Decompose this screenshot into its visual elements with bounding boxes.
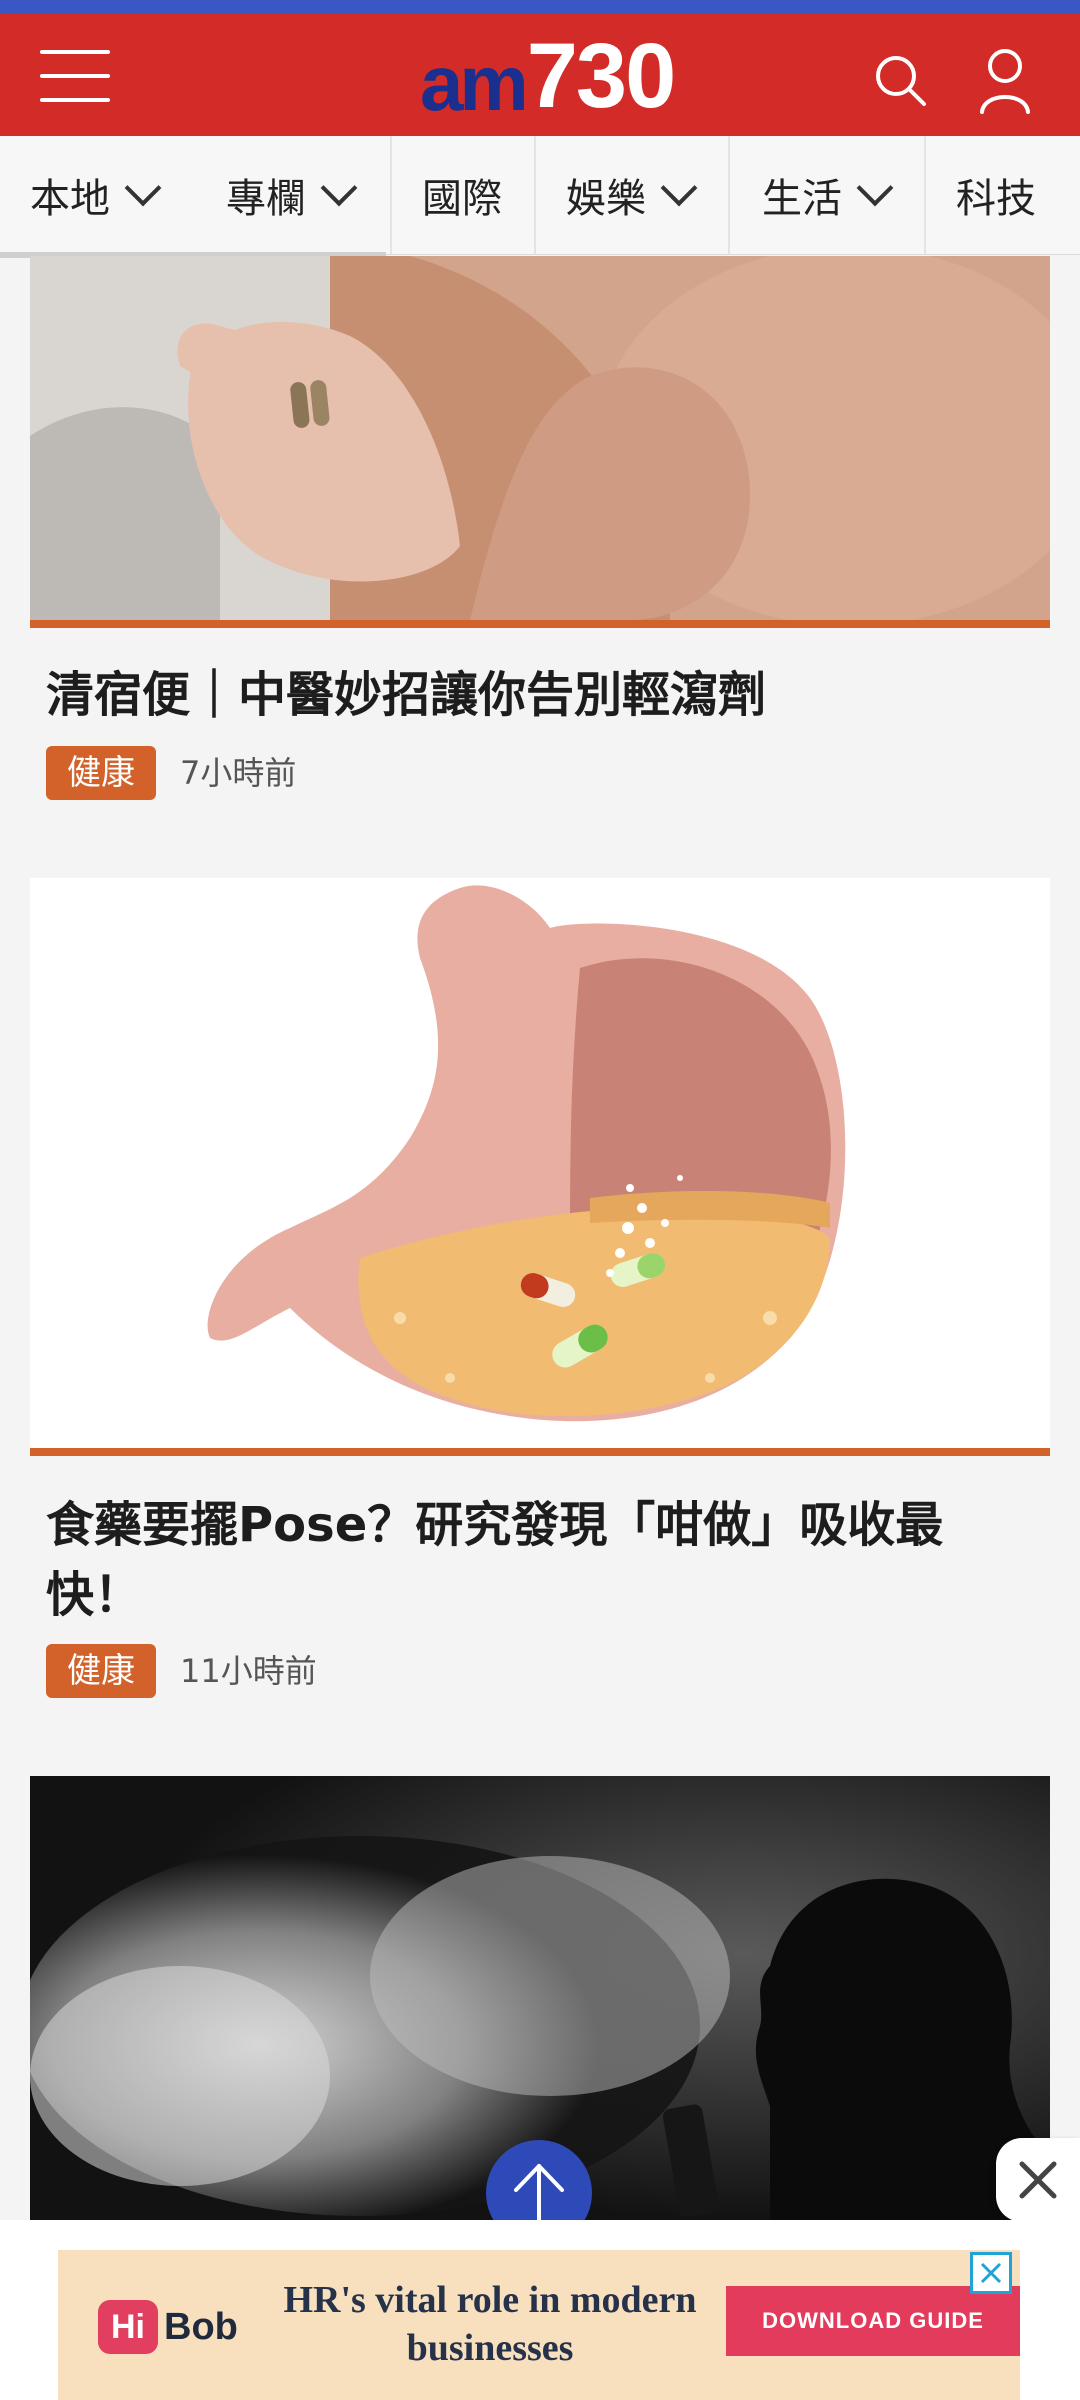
chevron-down-icon: [320, 169, 358, 207]
article-divider: [30, 1448, 1050, 1456]
nav-divider: [728, 136, 730, 254]
chevron-down-icon: [856, 169, 894, 207]
nav-item-local[interactable]: 本地: [30, 136, 162, 254]
close-icon: [980, 2262, 1002, 2284]
article-time: 11小時前: [180, 1652, 317, 1690]
ad-info-close-icon[interactable]: [970, 2252, 1012, 2294]
ad-headline: HR's vital role in modern businesses: [283, 2279, 697, 2369]
nav-item-international[interactable]: 國際: [422, 136, 502, 254]
nav-item-label: 科技: [956, 176, 1036, 222]
search-icon[interactable]: [872, 52, 928, 108]
chevron-down-icon: [124, 169, 162, 207]
article-divider: [30, 620, 1050, 628]
hibob-bob: Bob: [164, 2305, 238, 2348]
logo-730: 730: [526, 25, 676, 127]
download-guide-button[interactable]: DOWNLOAD GUIDE: [726, 2286, 1020, 2356]
hamburger-menu-icon[interactable]: [40, 50, 110, 102]
hibob-logo: Hi Bob: [98, 2296, 238, 2358]
nav-item-columns[interactable]: 專欄: [226, 136, 358, 254]
nav-divider: [924, 136, 926, 254]
nav-item-label: 生活: [762, 176, 842, 222]
nav-item-entertainment[interactable]: 娛樂: [566, 136, 698, 254]
site-header: am 730: [0, 14, 1080, 136]
pills-in-hand-image: [30, 256, 1050, 620]
site-logo[interactable]: am 730: [420, 30, 676, 127]
article-time: 7小時前: [180, 754, 297, 792]
article-title[interactable]: 清宿便｜中醫妙招讓你告別輕瀉劑: [46, 660, 1036, 730]
nav-item-label: 本地: [30, 176, 110, 222]
user-icon[interactable]: [978, 46, 1032, 116]
article-image[interactable]: [30, 878, 1050, 1448]
nav-item-label: 娛樂: [566, 176, 646, 222]
stomach-illustration: [30, 878, 1050, 1448]
article-title[interactable]: 食藥要擺Pose？研究發現「咁做」吸收最快！: [46, 1490, 1036, 1630]
logo-am: am: [420, 39, 529, 127]
nav-divider: [534, 136, 536, 254]
hibob-hi: Hi: [98, 2300, 158, 2354]
chevron-down-icon: [660, 169, 698, 207]
article-image[interactable]: [30, 256, 1050, 620]
nav-divider: [390, 136, 392, 254]
nav-item-tech[interactable]: 科技: [956, 136, 1036, 254]
category-tag[interactable]: 健康: [46, 746, 156, 800]
nav-item-label: 國際: [422, 176, 502, 222]
nav-item-lifestyle[interactable]: 生活: [762, 136, 894, 254]
nav-item-label: 專欄: [226, 176, 306, 222]
category-tag[interactable]: 健康: [46, 1644, 156, 1698]
category-nav: 本地 專欄 國際 娛樂 生活 科技: [0, 136, 1080, 258]
close-icon: [1019, 2161, 1057, 2199]
top-strip: [0, 0, 1080, 14]
ad-close-button[interactable]: [996, 2138, 1080, 2222]
